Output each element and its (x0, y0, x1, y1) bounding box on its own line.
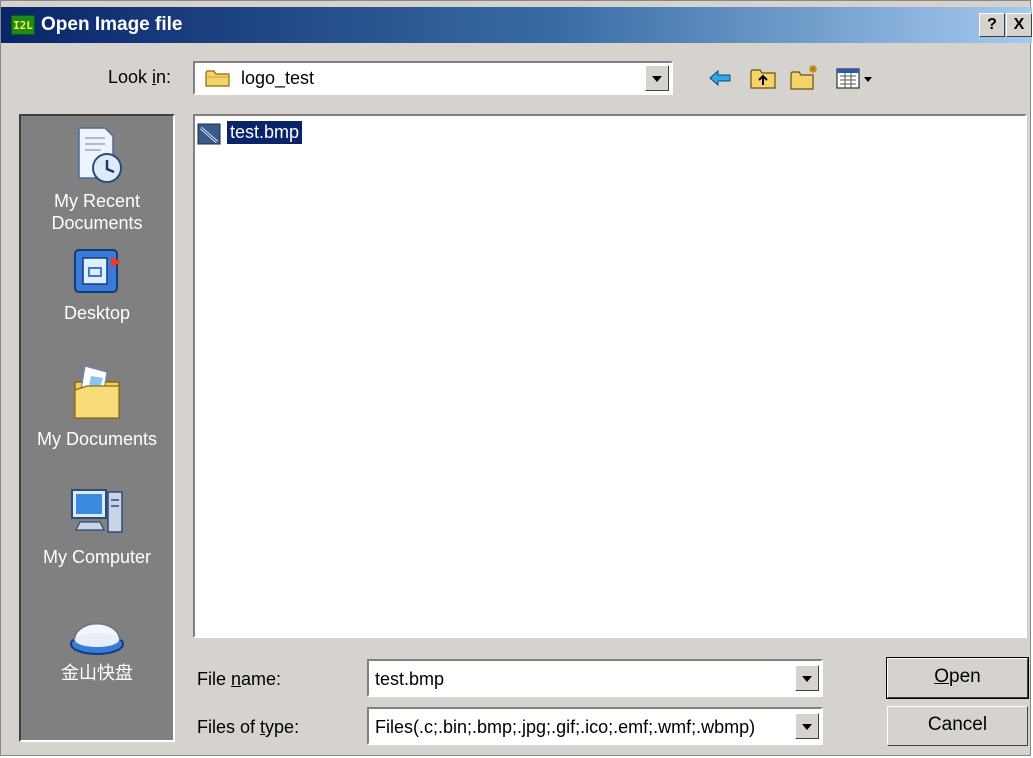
file-name-field[interactable]: test.bmp (367, 659, 823, 697)
open-image-dialog: I2L Open Image file ? X Look in: logo_te… (0, 0, 1032, 756)
open-button[interactable]: Open (886, 657, 1029, 699)
file-type-select[interactable]: Files(.c;.bin;.bmp;.jpg;.gif;.ico;.emf;.… (367, 707, 823, 745)
place-label-line1: My Recent (53, 191, 141, 211)
place-recent-documents[interactable]: My Recent Documents (21, 124, 173, 234)
place-label-line1: My Documents (36, 429, 158, 449)
place-label-line2: Documents (51, 213, 143, 233)
file-name-label: File name: (197, 669, 282, 689)
file-list[interactable]: test.bmp (193, 114, 1027, 638)
look-in-dropdown-arrow[interactable] (645, 65, 669, 91)
file-name-label: test.bmp (225, 120, 304, 145)
folder-icon (205, 70, 230, 87)
up-folder-icon[interactable] (749, 63, 777, 93)
file-name-value: test.bmp (375, 669, 445, 689)
place-label-line1: My Computer (42, 547, 152, 567)
place-label-line1: Desktop (63, 303, 131, 323)
my-computer-icon (71, 489, 123, 533)
place-my-documents[interactable]: My Documents (21, 360, 173, 450)
look-in-label: Look in: (108, 67, 172, 87)
place-my-computer[interactable]: My Computer (21, 484, 173, 568)
app-icon: I2L (11, 15, 35, 35)
drive-icon (70, 622, 124, 655)
bmp-file-icon (197, 123, 221, 145)
close-button[interactable]: X (1006, 13, 1032, 37)
file-name-dropdown-arrow[interactable] (795, 665, 819, 691)
place-label-line1: 金山快盘 (61, 663, 133, 683)
place-kuaipan-drive[interactable]: 金山快盘 (21, 614, 173, 684)
cancel-button[interactable]: Cancel (887, 706, 1028, 746)
look-in-combo[interactable]: logo_test (193, 61, 673, 95)
places-bar: My Recent Documents Desktop My Documents (19, 114, 175, 742)
place-desktop[interactable]: Desktop (21, 246, 173, 324)
dialog-title: Open Image file (41, 14, 183, 35)
file-type-dropdown-arrow[interactable] (795, 713, 819, 739)
view-menu-icon[interactable] (835, 63, 875, 93)
files-of-type-label: Files of type: (197, 717, 300, 737)
recent-documents-icon (78, 127, 122, 183)
help-button[interactable]: ? (979, 13, 1005, 37)
my-documents-icon (74, 365, 120, 419)
desktop-icon (74, 249, 121, 293)
back-icon[interactable] (707, 63, 733, 93)
look-in-value: logo_test (241, 68, 315, 88)
file-type-value: Files(.c;.bin;.bmp;.jpg;.gif;.ico;.emf;.… (375, 717, 756, 737)
new-folder-icon[interactable] (789, 63, 819, 93)
title-bar[interactable]: I2L Open Image file ? X (1, 7, 1032, 43)
